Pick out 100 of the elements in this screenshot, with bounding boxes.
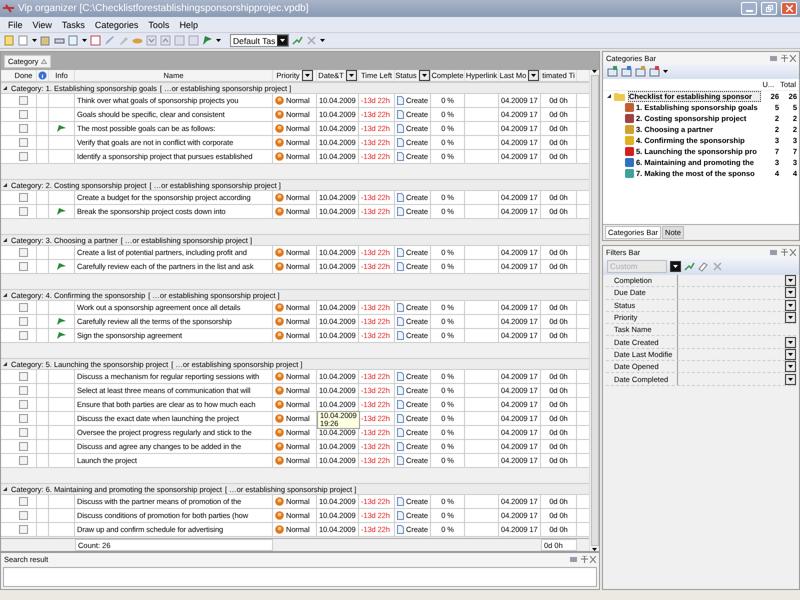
priority-icon	[275, 96, 284, 105]
dropdown-button[interactable]	[277, 35, 288, 46]
done-checkbox[interactable]	[19, 262, 28, 271]
done-checkbox[interactable]	[19, 525, 28, 534]
folder-icon[interactable]	[621, 66, 632, 77]
done-checkbox[interactable]	[19, 414, 28, 423]
folder-icon[interactable]	[635, 66, 646, 77]
pencil-icon[interactable]	[104, 35, 115, 46]
flag-icon	[56, 317, 67, 326]
menu-item[interactable]: Help	[175, 20, 202, 30]
done-checkbox[interactable]	[19, 456, 28, 465]
dropdown-button[interactable]	[785, 361, 796, 372]
menu-item[interactable]: Tools	[144, 20, 174, 30]
restore-button[interactable]	[761, 2, 777, 15]
priority-icon	[275, 386, 284, 395]
menu-item[interactable]: Tasks	[58, 20, 89, 30]
dropdown-button[interactable]	[670, 261, 681, 272]
done-checkbox[interactable]	[19, 317, 28, 326]
priority-icon	[275, 400, 284, 409]
filter-dropdown[interactable]	[302, 70, 313, 81]
dropdown-button[interactable]	[785, 374, 796, 385]
dropdown-button[interactable]	[785, 336, 796, 348]
menu-item[interactable]: View	[28, 20, 56, 30]
dropdown-button[interactable]	[785, 275, 796, 286]
folder-icon[interactable]	[649, 66, 660, 77]
minimize-button[interactable]	[741, 2, 757, 15]
dropdown-button[interactable]	[785, 312, 796, 324]
expand-icon[interactable]	[607, 94, 612, 99]
done-checkbox[interactable]	[19, 400, 28, 409]
done-checkbox[interactable]	[19, 193, 28, 202]
done-checkbox[interactable]	[19, 124, 28, 133]
document-icon[interactable]	[68, 35, 79, 46]
caret-icon	[422, 74, 427, 77]
caret-icon	[531, 74, 536, 77]
done-checkbox[interactable]	[19, 207, 28, 216]
dropdown-button[interactable]	[785, 348, 796, 360]
folder-icon[interactable]	[607, 66, 618, 77]
done-checkbox[interactable]	[19, 331, 28, 340]
panel-controls-icon[interactable]	[770, 248, 796, 256]
info-icon[interactable]	[38, 71, 47, 80]
caret-icon	[788, 316, 793, 320]
scrollbar[interactable]	[589, 70, 599, 551]
view-select[interactable]: Default Tas	[230, 34, 290, 47]
expand-icon[interactable]	[3, 238, 8, 242]
done-checkbox[interactable]	[19, 248, 28, 257]
caret-icon	[788, 304, 793, 307]
search-field[interactable]	[3, 567, 597, 587]
dropdown-button[interactable]	[785, 287, 796, 298]
done-checkbox[interactable]	[19, 428, 28, 437]
priority-icon	[275, 511, 284, 520]
panel-controls-icon[interactable]	[570, 556, 596, 562]
dropdown-button[interactable]	[785, 300, 796, 311]
priority-icon	[275, 152, 284, 161]
eraser-icon[interactable]	[698, 261, 709, 272]
done-checkbox[interactable]	[19, 152, 28, 161]
priority-icon	[275, 442, 284, 451]
filter-dropdown[interactable]	[346, 70, 357, 81]
caret-icon	[788, 279, 793, 282]
done-checkbox[interactable]	[19, 386, 28, 395]
done-checkbox[interactable]	[19, 110, 28, 119]
done-checkbox[interactable]	[19, 138, 28, 147]
close-button[interactable]	[781, 2, 797, 15]
close-icon[interactable]	[712, 261, 723, 272]
close-icon	[786, 5, 792, 12]
flag-icon	[56, 331, 67, 340]
expand-icon[interactable]	[3, 182, 8, 188]
filter-dropdown[interactable]	[418, 70, 430, 81]
panel-controls-icon[interactable]	[770, 54, 796, 62]
sort-icon[interactable]	[40, 58, 47, 64]
expand-icon[interactable]	[3, 362, 8, 366]
expand-icon[interactable]	[3, 292, 8, 298]
caret-icon	[320, 39, 326, 42]
priority-icon	[275, 317, 284, 326]
page-icon[interactable]	[174, 35, 185, 46]
app-icon	[3, 4, 14, 13]
priority-icon	[275, 207, 284, 216]
menu-item[interactable]: Categories	[90, 20, 142, 30]
done-checkbox[interactable]	[19, 303, 28, 312]
done-checkbox[interactable]	[19, 497, 28, 506]
up-icon[interactable]	[160, 35, 171, 46]
flag-icon	[56, 262, 67, 271]
expand-icon[interactable]	[3, 86, 8, 90]
document-icon[interactable]	[18, 35, 29, 46]
done-checkbox[interactable]	[19, 96, 28, 105]
done-checkbox[interactable]	[19, 442, 28, 451]
down-icon[interactable]	[146, 35, 157, 46]
expand-icon[interactable]	[3, 486, 8, 492]
close-icon[interactable]	[306, 35, 318, 46]
filter-dropdown[interactable]	[528, 70, 540, 81]
done-checkbox[interactable]	[19, 511, 28, 520]
done-checkbox[interactable]	[19, 372, 28, 381]
priority-icon	[275, 124, 284, 133]
priority-icon	[275, 525, 284, 534]
pencil-icon[interactable]	[118, 35, 129, 46]
caret-icon	[663, 70, 668, 73]
flag-icon[interactable]	[202, 35, 213, 46]
menu-item[interactable]: File	[4, 20, 27, 30]
priority-icon	[275, 372, 284, 381]
note-icon[interactable]	[4, 35, 15, 46]
page-icon[interactable]	[188, 35, 199, 46]
